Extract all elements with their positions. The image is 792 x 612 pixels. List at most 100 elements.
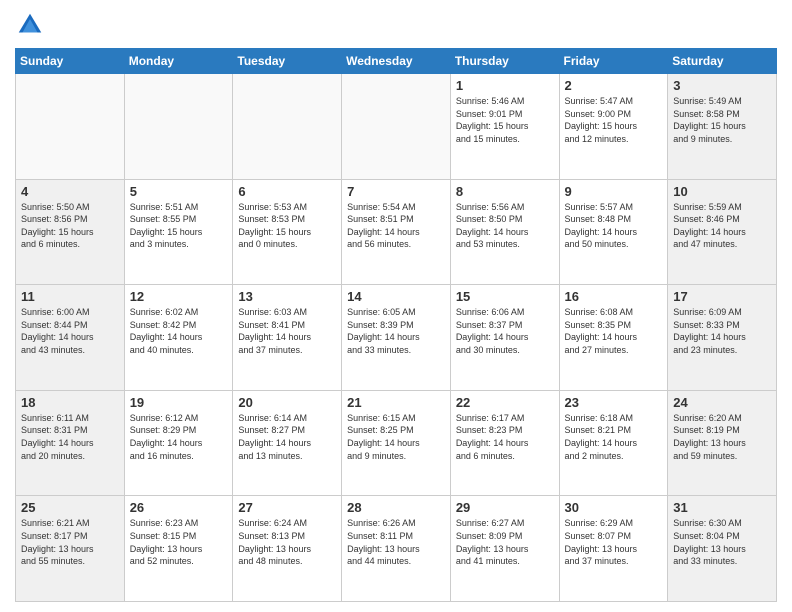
day-info: Sunrise: 6:30 AM Sunset: 8:04 PM Dayligh… bbox=[673, 517, 771, 567]
day-cell: 8Sunrise: 5:56 AM Sunset: 8:50 PM Daylig… bbox=[450, 179, 559, 285]
day-info: Sunrise: 6:15 AM Sunset: 8:25 PM Dayligh… bbox=[347, 412, 445, 462]
day-number: 4 bbox=[21, 184, 119, 199]
day-number: 10 bbox=[673, 184, 771, 199]
day-cell: 25 Sunrise: 6:21 AM Sunset: 8:17 PM Dayli… bbox=[16, 496, 125, 602]
day-cell bbox=[342, 74, 451, 180]
day-number: 18 bbox=[21, 395, 119, 410]
day-cell: 22Sunrise: 6:17 AM Sunset: 8:23 PM Dayli… bbox=[450, 390, 559, 496]
week-row-0: 1 Sunrise: 5:46 AM Sunset: 9:01 PM Daylig… bbox=[16, 74, 777, 180]
day-number: 24 bbox=[673, 395, 771, 410]
day-info: Sunrise: 6:26 AM Sunset: 8:11 PM Dayligh… bbox=[347, 517, 445, 567]
day-cell: 9 Sunrise: 5:57 AM Sunset: 8:48 PM Daylig… bbox=[559, 179, 668, 285]
day-cell: 20 Sunrise: 6:14 AM Sunset: 8:27 PM Dayli… bbox=[233, 390, 342, 496]
day-info: Sunrise: 6:23 AM Sunset: 8:15 PM Dayligh… bbox=[130, 517, 228, 567]
day-info: Sunrise: 6:03 AM Sunset: 8:41 PM Dayligh… bbox=[238, 306, 336, 356]
day-info: Sunrise: 5:51 AM Sunset: 8:55 PM Dayligh… bbox=[130, 201, 228, 251]
day-number: 5 bbox=[130, 184, 228, 199]
day-number: 1 bbox=[456, 78, 554, 93]
day-info: Sunrise: 5:57 AM Sunset: 8:48 PM Dayligh… bbox=[565, 201, 663, 251]
day-cell: 21Sunrise: 6:15 AM Sunset: 8:25 PM Dayli… bbox=[342, 390, 451, 496]
day-info: Sunrise: 6:17 AM Sunset: 8:23 PM Dayligh… bbox=[456, 412, 554, 462]
day-cell: 23 Sunrise: 6:18 AM Sunset: 8:21 PM Dayli… bbox=[559, 390, 668, 496]
day-info: Sunrise: 6:08 AM Sunset: 8:35 PM Dayligh… bbox=[565, 306, 663, 356]
day-info: Sunrise: 5:53 AM Sunset: 8:53 PM Dayligh… bbox=[238, 201, 336, 251]
day-info: Sunrise: 6:20 AM Sunset: 8:19 PM Dayligh… bbox=[673, 412, 771, 462]
day-cell: 28 Sunrise: 6:26 AM Sunset: 8:11 PM Dayli… bbox=[342, 496, 451, 602]
day-info: Sunrise: 6:12 AM Sunset: 8:29 PM Dayligh… bbox=[130, 412, 228, 462]
day-cell: 14 Sunrise: 6:05 AM Sunset: 8:39 PM Dayli… bbox=[342, 285, 451, 391]
day-cell: 31 Sunrise: 6:30 AM Sunset: 8:04 PM Dayli… bbox=[668, 496, 777, 602]
day-number: 16 bbox=[565, 289, 663, 304]
day-cell bbox=[124, 74, 233, 180]
page: SundayMondayTuesdayWednesdayThursdayFrid… bbox=[0, 0, 792, 612]
day-info: Sunrise: 5:59 AM Sunset: 8:46 PM Dayligh… bbox=[673, 201, 771, 251]
day-cell: 29 Sunrise: 6:27 AM Sunset: 8:09 PM Dayli… bbox=[450, 496, 559, 602]
col-header-monday: Monday bbox=[124, 49, 233, 74]
header bbox=[15, 10, 777, 40]
day-number: 19 bbox=[130, 395, 228, 410]
day-number: 2 bbox=[565, 78, 663, 93]
day-number: 27 bbox=[238, 500, 336, 515]
logo-icon bbox=[15, 10, 45, 40]
col-header-tuesday: Tuesday bbox=[233, 49, 342, 74]
day-number: 20 bbox=[238, 395, 336, 410]
day-cell: 17Sunrise: 6:09 AM Sunset: 8:33 PM Dayli… bbox=[668, 285, 777, 391]
day-cell: 6 Sunrise: 5:53 AM Sunset: 8:53 PM Daylig… bbox=[233, 179, 342, 285]
day-cell: 5 Sunrise: 5:51 AM Sunset: 8:55 PM Daylig… bbox=[124, 179, 233, 285]
day-cell: 2 Sunrise: 5:47 AM Sunset: 9:00 PM Daylig… bbox=[559, 74, 668, 180]
day-number: 28 bbox=[347, 500, 445, 515]
week-row-2: 11Sunrise: 6:00 AM Sunset: 8:44 PM Dayli… bbox=[16, 285, 777, 391]
day-cell: 11Sunrise: 6:00 AM Sunset: 8:44 PM Dayli… bbox=[16, 285, 125, 391]
day-number: 14 bbox=[347, 289, 445, 304]
day-cell bbox=[16, 74, 125, 180]
col-header-wednesday: Wednesday bbox=[342, 49, 451, 74]
day-info: Sunrise: 6:21 AM Sunset: 8:17 PM Dayligh… bbox=[21, 517, 119, 567]
day-info: Sunrise: 5:54 AM Sunset: 8:51 PM Dayligh… bbox=[347, 201, 445, 251]
calendar-table: SundayMondayTuesdayWednesdayThursdayFrid… bbox=[15, 48, 777, 602]
col-header-sunday: Sunday bbox=[16, 49, 125, 74]
day-info: Sunrise: 6:05 AM Sunset: 8:39 PM Dayligh… bbox=[347, 306, 445, 356]
day-number: 26 bbox=[130, 500, 228, 515]
day-cell: 16 Sunrise: 6:08 AM Sunset: 8:35 PM Dayli… bbox=[559, 285, 668, 391]
day-info: Sunrise: 6:24 AM Sunset: 8:13 PM Dayligh… bbox=[238, 517, 336, 567]
day-cell: 7Sunrise: 5:54 AM Sunset: 8:51 PM Daylig… bbox=[342, 179, 451, 285]
day-cell: 10 Sunrise: 5:59 AM Sunset: 8:46 PM Dayli… bbox=[668, 179, 777, 285]
day-cell: 12Sunrise: 6:02 AM Sunset: 8:42 PM Dayli… bbox=[124, 285, 233, 391]
week-row-1: 4 Sunrise: 5:50 AM Sunset: 8:56 PM Daylig… bbox=[16, 179, 777, 285]
week-row-3: 18 Sunrise: 6:11 AM Sunset: 8:31 PM Dayli… bbox=[16, 390, 777, 496]
col-header-friday: Friday bbox=[559, 49, 668, 74]
week-row-4: 25 Sunrise: 6:21 AM Sunset: 8:17 PM Dayli… bbox=[16, 496, 777, 602]
day-number: 23 bbox=[565, 395, 663, 410]
day-number: 9 bbox=[565, 184, 663, 199]
day-number: 11 bbox=[21, 289, 119, 304]
day-cell: 19 Sunrise: 6:12 AM Sunset: 8:29 PM Dayli… bbox=[124, 390, 233, 496]
day-info: Sunrise: 5:50 AM Sunset: 8:56 PM Dayligh… bbox=[21, 201, 119, 251]
day-info: Sunrise: 6:14 AM Sunset: 8:27 PM Dayligh… bbox=[238, 412, 336, 462]
day-number: 17 bbox=[673, 289, 771, 304]
day-cell: 30 Sunrise: 6:29 AM Sunset: 8:07 PM Dayli… bbox=[559, 496, 668, 602]
col-header-saturday: Saturday bbox=[668, 49, 777, 74]
day-number: 30 bbox=[565, 500, 663, 515]
day-cell bbox=[233, 74, 342, 180]
day-cell: 3Sunrise: 5:49 AM Sunset: 8:58 PM Daylig… bbox=[668, 74, 777, 180]
day-info: Sunrise: 5:47 AM Sunset: 9:00 PM Dayligh… bbox=[565, 95, 663, 145]
day-number: 29 bbox=[456, 500, 554, 515]
day-number: 25 bbox=[21, 500, 119, 515]
day-info: Sunrise: 6:18 AM Sunset: 8:21 PM Dayligh… bbox=[565, 412, 663, 462]
day-number: 31 bbox=[673, 500, 771, 515]
day-info: Sunrise: 5:56 AM Sunset: 8:50 PM Dayligh… bbox=[456, 201, 554, 251]
day-number: 15 bbox=[456, 289, 554, 304]
day-number: 6 bbox=[238, 184, 336, 199]
day-info: Sunrise: 6:29 AM Sunset: 8:07 PM Dayligh… bbox=[565, 517, 663, 567]
day-cell: 4 Sunrise: 5:50 AM Sunset: 8:56 PM Daylig… bbox=[16, 179, 125, 285]
day-info: Sunrise: 6:06 AM Sunset: 8:37 PM Dayligh… bbox=[456, 306, 554, 356]
day-cell: 13Sunrise: 6:03 AM Sunset: 8:41 PM Dayli… bbox=[233, 285, 342, 391]
day-info: Sunrise: 6:11 AM Sunset: 8:31 PM Dayligh… bbox=[21, 412, 119, 462]
day-info: Sunrise: 5:46 AM Sunset: 9:01 PM Dayligh… bbox=[456, 95, 554, 145]
day-cell: 18 Sunrise: 6:11 AM Sunset: 8:31 PM Dayli… bbox=[16, 390, 125, 496]
logo bbox=[15, 10, 49, 40]
day-cell: 15 Sunrise: 6:06 AM Sunset: 8:37 PM Dayli… bbox=[450, 285, 559, 391]
day-info: Sunrise: 6:27 AM Sunset: 8:09 PM Dayligh… bbox=[456, 517, 554, 567]
day-info: Sunrise: 6:02 AM Sunset: 8:42 PM Dayligh… bbox=[130, 306, 228, 356]
day-number: 3 bbox=[673, 78, 771, 93]
